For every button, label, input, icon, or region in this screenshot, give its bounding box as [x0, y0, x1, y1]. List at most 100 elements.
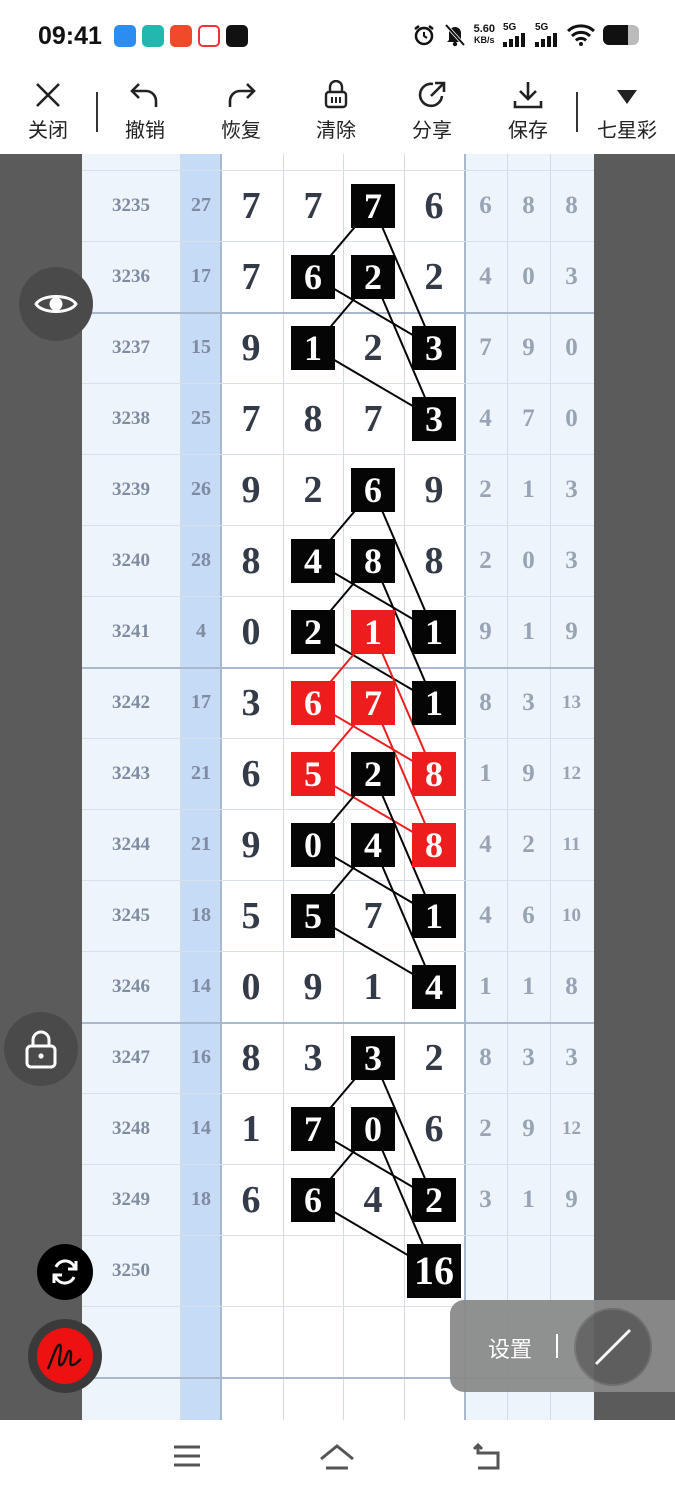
stat-value: 7 — [522, 404, 535, 432]
digit-cell: 4 — [283, 525, 343, 596]
app-notification-icon — [142, 25, 164, 47]
signal-2: 5G — [535, 22, 559, 47]
period-number: 3244 — [112, 833, 150, 855]
digit-cell: 2 — [363, 326, 383, 369]
navigation-bar — [0, 1420, 675, 1500]
lock-button[interactable] — [4, 1012, 78, 1086]
redo-button[interactable]: 恢复 — [201, 80, 281, 143]
status-indicators: 5.60 KB/s 5G 5G — [412, 22, 639, 47]
period-number: 3238 — [112, 407, 150, 429]
stat-value: 3 — [522, 1043, 535, 1071]
calendar-app-icon — [198, 25, 220, 47]
network-speed: 5.60 KB/s — [473, 22, 495, 46]
share-button[interactable]: 分享 — [392, 80, 472, 143]
highlighted-digit: 3 — [351, 1035, 395, 1080]
stat-value: 8 — [565, 972, 578, 1000]
digit-sum: 15 — [191, 336, 211, 358]
digit-cell: 0 — [241, 965, 261, 1008]
back-icon — [472, 1442, 500, 1470]
highlighted-digit: 16 — [407, 1243, 461, 1298]
digit-cell: 4 — [363, 1178, 383, 1221]
stat-value: 4 — [479, 830, 492, 858]
highlighted-digit: 1 — [412, 893, 456, 938]
save-label: 保存 — [508, 120, 548, 142]
digit-cell: 8 — [424, 539, 444, 582]
digit-sum: 21 — [191, 833, 211, 855]
stat-value: 3 — [479, 1185, 492, 1213]
line-tool-icon — [594, 1328, 632, 1366]
sync-button[interactable] — [37, 1244, 93, 1300]
stat-value: 4 — [479, 404, 492, 432]
highlighted-digit: 1 — [412, 680, 456, 725]
digit-cell: 7 — [363, 894, 383, 937]
close-icon — [36, 83, 60, 107]
signal-bars-icon — [535, 33, 557, 47]
digit-sum — [181, 1306, 221, 1377]
digit-cell: 3 — [343, 1022, 403, 1093]
eye-icon — [34, 295, 78, 313]
close-button[interactable]: 关闭 — [8, 80, 88, 143]
stat-value: 11 — [562, 833, 581, 855]
toggle-visibility-button[interactable] — [19, 267, 93, 341]
digit-sum: 16 — [191, 1046, 211, 1068]
digit-cell: 7 — [241, 397, 261, 440]
pen-color-button[interactable] — [28, 1319, 102, 1393]
net-speed-value: 5.60 — [473, 22, 495, 35]
digit-cell: 1 — [283, 312, 343, 383]
toolbar-divider — [96, 92, 98, 132]
digit-sum: 26 — [191, 478, 211, 500]
app-notification-icon — [114, 25, 136, 47]
highlighted-digit: 6 — [291, 254, 335, 299]
settings-button[interactable]: 设置 — [488, 1332, 532, 1364]
digit-cell: 7 — [343, 667, 403, 738]
digit-sum: 4 — [196, 620, 206, 642]
stat-value: 9 — [565, 1185, 578, 1213]
highlighted-digit: 5 — [291, 893, 335, 938]
stat-value: 1 — [479, 759, 492, 787]
drawing-board[interactable]: 3235 27 7 7 7 6 6 8 8 3236 17 7 6 2 2 4 0 3 3237 15 9 1 2 3 7 9 0 3… — [0, 154, 675, 1420]
stat-value: 9 — [479, 617, 492, 645]
digit-cell: 8 — [303, 397, 323, 440]
digit-cell: 0 — [343, 1093, 403, 1164]
signal-1-label: 5G — [503, 22, 517, 33]
highlighted-digit-red: 7 — [351, 680, 395, 725]
back-button[interactable] — [472, 1442, 504, 1477]
digit-cell: 2 — [343, 241, 403, 312]
digit-cell — [343, 1235, 403, 1306]
digit-sum — [181, 1235, 221, 1306]
battery-icon — [603, 24, 639, 45]
digit-cell: 6 — [241, 1178, 261, 1221]
digit-cell: 6 — [424, 1107, 444, 1150]
clear-button[interactable]: 清除 — [296, 80, 376, 143]
digit-cell: 7 — [343, 170, 403, 241]
period-number: 3239 — [112, 478, 150, 500]
digit-cell: 1 — [343, 596, 403, 667]
period-number: 3236 — [112, 265, 150, 287]
stat-value: 1 — [522, 617, 535, 645]
digit-cell — [283, 1306, 343, 1377]
undo-button[interactable]: 撤销 — [105, 80, 185, 143]
stat-value: 3 — [522, 688, 535, 716]
home-button[interactable] — [318, 1442, 356, 1477]
highlighted-digit-red: 5 — [291, 751, 335, 796]
period-number: 3245 — [112, 904, 150, 926]
save-button[interactable]: 保存 — [488, 80, 568, 143]
digit-cell: 1 — [404, 880, 464, 951]
period-number: 3248 — [112, 1117, 150, 1139]
trend-chart-grid[interactable]: 3235 27 7 7 7 6 6 8 8 3236 17 7 6 2 2 4 0 3 3237 15 9 1 2 3 7 9 0 3… — [82, 154, 594, 1420]
stat-value: 1 — [522, 475, 535, 503]
lottery-type-dropdown[interactable]: 七星彩 — [584, 80, 670, 143]
highlighted-digit: 2 — [412, 1177, 456, 1222]
highlighted-digit-red: 6 — [291, 680, 335, 725]
stat-value: 4 — [479, 262, 492, 290]
stat-value — [507, 1235, 550, 1306]
digit-sum: 14 — [191, 1117, 211, 1139]
line-tool-button[interactable] — [574, 1308, 652, 1386]
menu-button[interactable] — [172, 1442, 202, 1475]
status-bar: 09:41 5.60 KB/s 5G 5G — [0, 0, 675, 72]
download-icon — [513, 82, 543, 109]
digit-cell: 9 — [241, 823, 261, 866]
signal-1: 5G — [503, 22, 527, 47]
undo-icon — [130, 83, 158, 107]
digit-cell: 3 — [404, 383, 464, 454]
